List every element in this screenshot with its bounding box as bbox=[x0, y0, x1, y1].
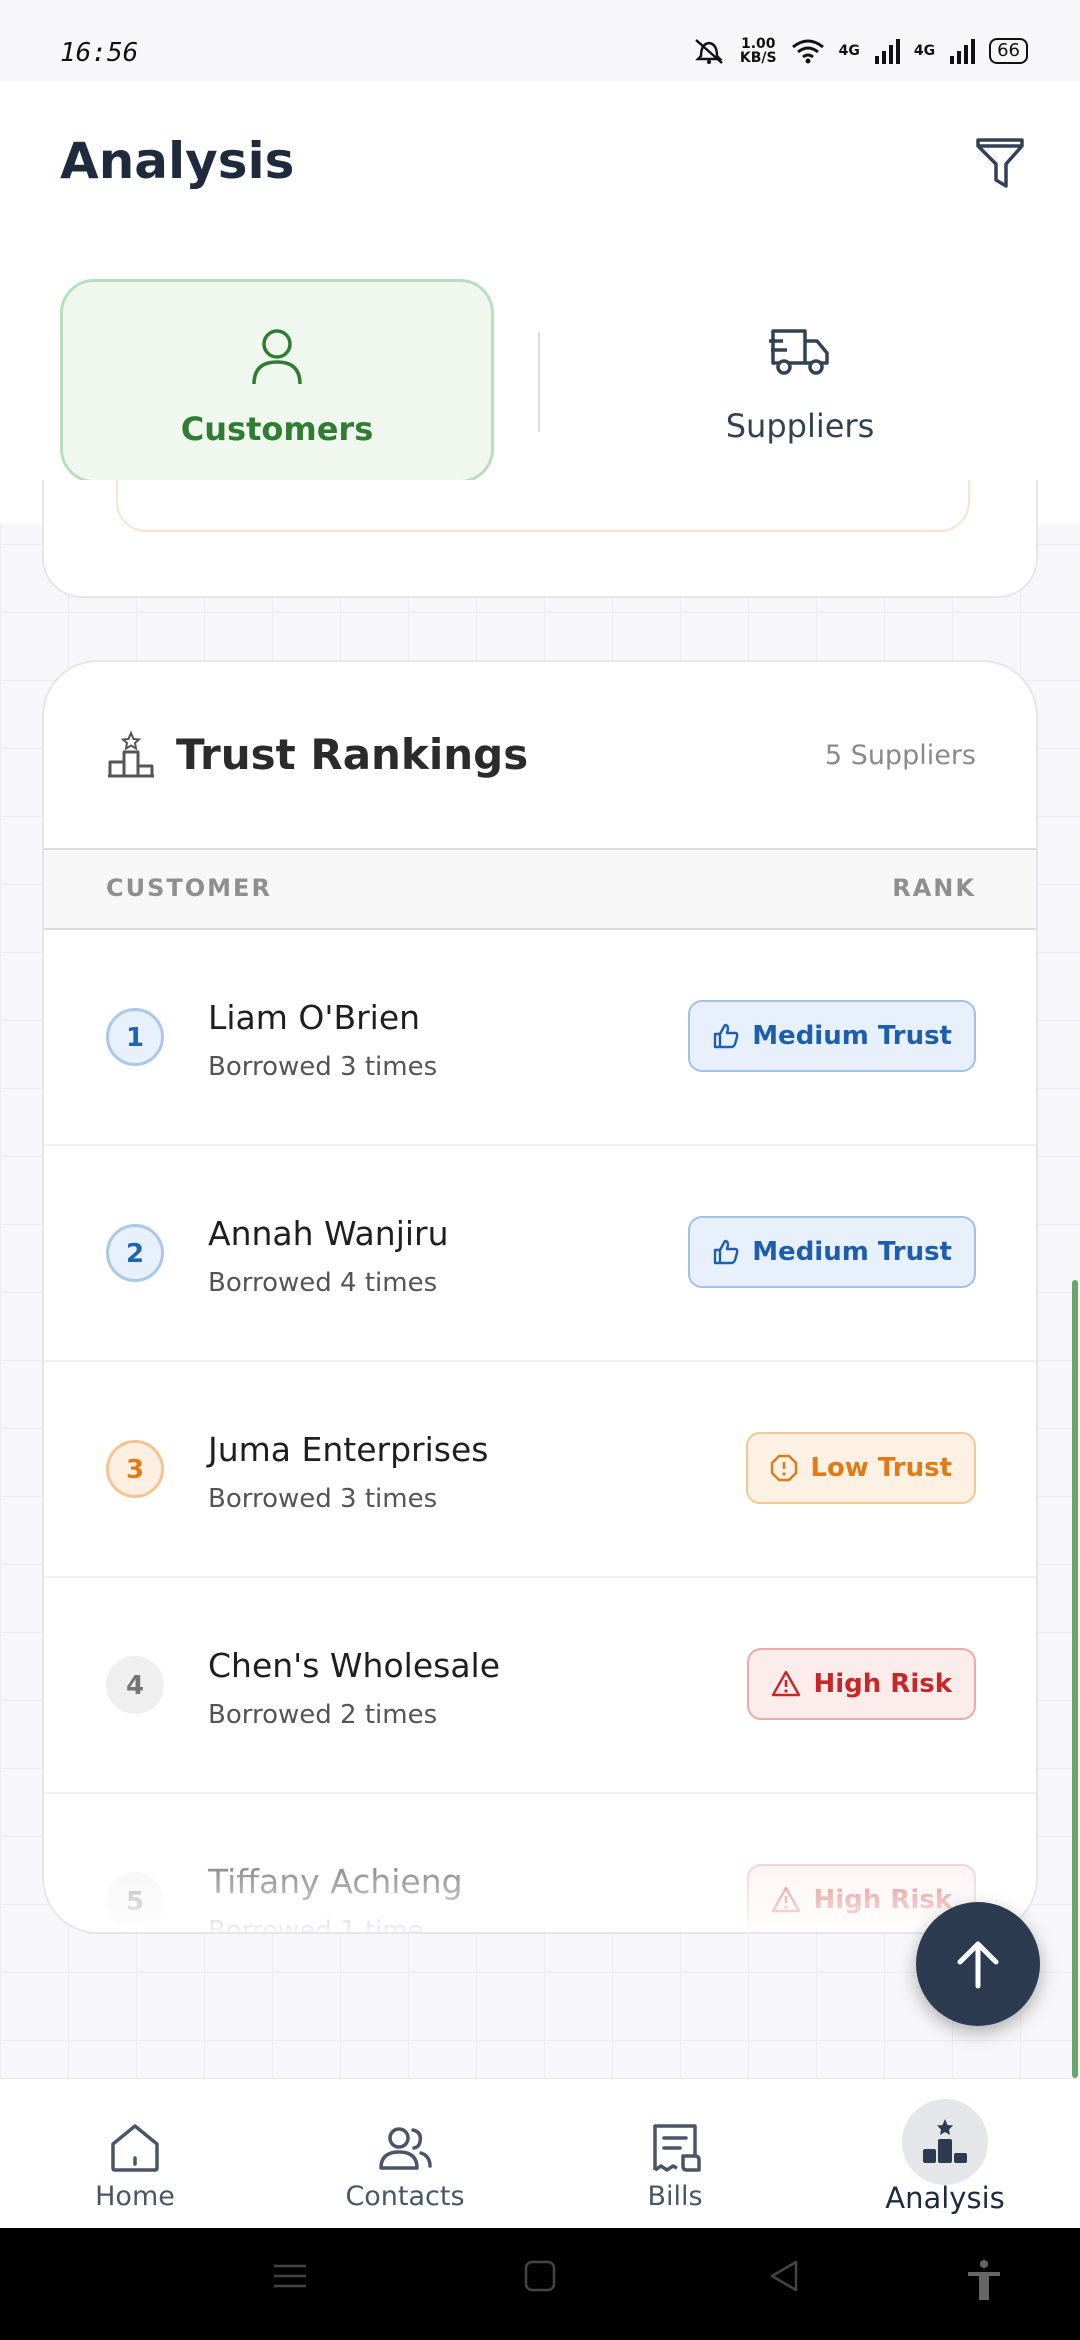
podium-icon bbox=[106, 730, 156, 784]
contacts-icon bbox=[370, 2113, 440, 2183]
user-icon bbox=[249, 326, 305, 390]
column-header-customer: CUSTOMER bbox=[106, 874, 272, 902]
mute-icon bbox=[695, 39, 723, 64]
trust-rankings-title: Trust Rankings bbox=[176, 730, 529, 779]
back-button[interactable] bbox=[766, 2258, 802, 2298]
status-icons: 1.00 KB/S 4G 4G 66 bbox=[692, 36, 1028, 66]
signal-icon bbox=[874, 39, 900, 64]
customer-name: Liam O'Brien bbox=[208, 998, 421, 1037]
accessibility-button[interactable] bbox=[964, 2258, 1004, 2306]
app-header: Analysis Customers Suppliers bbox=[0, 82, 1080, 524]
warning-triangle-icon bbox=[772, 1670, 801, 1697]
customer-name: Juma Enterprises bbox=[208, 1430, 489, 1469]
borrow-count: Borrowed 4 times bbox=[208, 1268, 438, 1298]
home-system-button[interactable] bbox=[522, 2258, 558, 2298]
signal-icon-2 bbox=[950, 39, 976, 64]
truck-icon bbox=[769, 323, 831, 383]
rank-number: 4 bbox=[106, 1656, 164, 1714]
status-bar: 16:56 1.00 KB/S 4G 4G 66 bbox=[0, 0, 1080, 82]
nav-bills-label: Bills bbox=[647, 2181, 703, 2212]
rank-number: 5 bbox=[106, 1872, 164, 1930]
borrow-count: Borrowed 2 times bbox=[208, 1700, 438, 1730]
thumbs-up-icon bbox=[713, 1023, 739, 1049]
square-icon bbox=[524, 2260, 556, 2292]
receipt-icon bbox=[640, 2113, 710, 2183]
signal-4g-label-2: 4G bbox=[913, 43, 936, 59]
trust-badge-label: High Risk bbox=[813, 1885, 952, 1915]
scrollbar[interactable] bbox=[1072, 1280, 1078, 2078]
trust-rankings-count: 5 Suppliers bbox=[824, 740, 976, 771]
table-row[interactable]: 4 Chen's Wholesale Borrowed 2 times High… bbox=[44, 1578, 1036, 1794]
nav-bills[interactable]: Bills bbox=[540, 2079, 810, 2229]
trust-badge-label: Low Trust bbox=[810, 1453, 952, 1483]
trust-badge: High Risk bbox=[747, 1648, 976, 1720]
trust-badge-label: Medium Trust bbox=[752, 1021, 952, 1051]
filter-button[interactable] bbox=[968, 130, 1032, 194]
borrow-count: Borrowed 1 time bbox=[208, 1916, 424, 1934]
warning-triangle-icon bbox=[772, 1886, 801, 1913]
signal-4g-label-1: 4G bbox=[838, 43, 860, 59]
table-row[interactable]: 1 Liam O'Brien Borrowed 3 times Medium T… bbox=[44, 930, 1036, 1146]
nav-contacts-label: Contacts bbox=[345, 2181, 465, 2212]
net-speed: 1.00 KB/S bbox=[739, 36, 777, 66]
table-row[interactable]: 3 Juma Enterprises Borrowed 3 times Low … bbox=[44, 1362, 1036, 1578]
borrow-count: Borrowed 3 times bbox=[208, 1052, 438, 1082]
suppliers-tab-label: Suppliers bbox=[725, 407, 875, 445]
scroll-to-top-button[interactable] bbox=[916, 1902, 1040, 2026]
customer-name: Tiffany Achieng bbox=[208, 1862, 463, 1901]
rank-number: 1 bbox=[106, 1008, 164, 1066]
column-header-rank: RANK bbox=[892, 874, 976, 902]
filter-icon bbox=[976, 138, 1024, 188]
suppliers-tab[interactable]: Suppliers bbox=[570, 279, 1030, 483]
customers-tab-label: Customers bbox=[180, 410, 374, 448]
nav-home[interactable]: Home bbox=[0, 2079, 270, 2229]
rank-number: 3 bbox=[106, 1440, 164, 1498]
arrow-up-icon bbox=[957, 1941, 999, 1989]
customer-name: Annah Wanjiru bbox=[208, 1214, 449, 1253]
trust-rankings-card: Trust Rankings 5 Suppliers CUSTOMER RANK… bbox=[42, 660, 1038, 1934]
nav-analysis[interactable]: Analysis bbox=[810, 2079, 1080, 2229]
previous-card bbox=[42, 480, 1038, 598]
alert-octagon-icon bbox=[771, 1454, 798, 1482]
borrow-count: Borrowed 3 times bbox=[208, 1484, 438, 1514]
menu-button[interactable] bbox=[272, 2258, 308, 2298]
rank-number: 2 bbox=[106, 1224, 164, 1282]
wifi-icon bbox=[791, 39, 824, 64]
accessibility-icon bbox=[968, 2260, 1000, 2300]
thumbs-up-icon bbox=[713, 1239, 739, 1265]
battery-indicator: 66 bbox=[989, 38, 1028, 64]
page-title: Analysis bbox=[60, 132, 295, 190]
table-row[interactable]: 5 Tiffany Achieng Borrowed 1 time High R… bbox=[44, 1794, 1036, 1934]
table-row[interactable]: 2 Annah Wanjiru Borrowed 4 times Medium … bbox=[44, 1146, 1036, 1362]
segment-divider bbox=[538, 332, 540, 432]
customer-name: Chen's Wholesale bbox=[208, 1646, 501, 1685]
trust-badge: Low Trust bbox=[746, 1432, 976, 1504]
trust-badge: Medium Trust bbox=[688, 1216, 976, 1288]
status-time: 16:56 bbox=[60, 38, 139, 68]
nav-contacts[interactable]: Contacts bbox=[270, 2079, 540, 2229]
trust-badge: Medium Trust bbox=[688, 1000, 976, 1072]
nav-analysis-label: Analysis bbox=[885, 2181, 1005, 2215]
nav-home-label: Home bbox=[95, 2181, 175, 2212]
trust-rankings-header: Trust Rankings 5 Suppliers bbox=[44, 662, 1036, 848]
back-triangle-icon bbox=[770, 2260, 798, 2292]
customers-tab[interactable]: Customers bbox=[60, 279, 494, 483]
system-navigation-bar bbox=[0, 2228, 1080, 2340]
table-header: CUSTOMER RANK bbox=[44, 848, 1036, 930]
podium-icon bbox=[902, 2099, 988, 2185]
trust-badge-label: High Risk bbox=[813, 1669, 952, 1699]
home-icon bbox=[100, 2113, 170, 2183]
previous-card-strip bbox=[116, 480, 970, 532]
trust-badge-label: Medium Trust bbox=[752, 1237, 952, 1267]
menu-icon bbox=[274, 2264, 306, 2288]
bottom-navigation: Home Contacts Bills Analysis bbox=[0, 2078, 1080, 2229]
